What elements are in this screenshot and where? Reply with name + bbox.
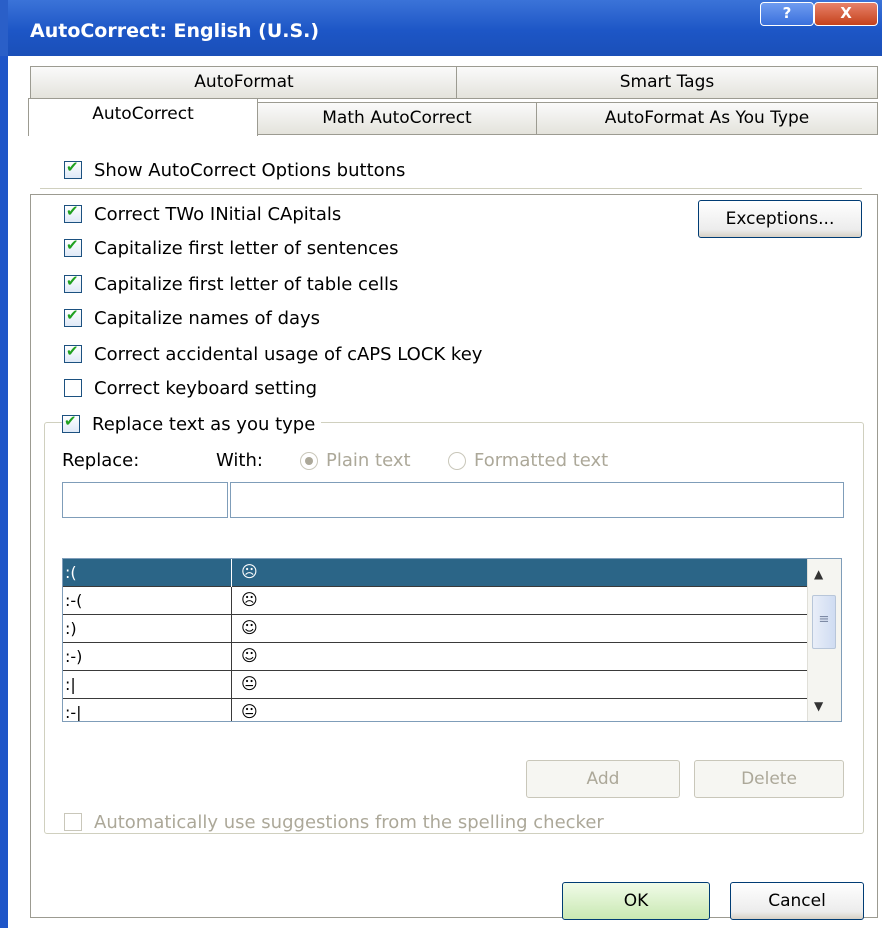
scroll-thumb[interactable]: ≡ xyxy=(812,595,836,649)
entry-from: :( xyxy=(65,563,77,582)
formatted-text-radio[interactable]: Formatted text xyxy=(448,450,608,471)
replace-text-checkbox[interactable]: ✔ xyxy=(62,412,80,433)
plain-text-radio[interactable]: Plain text xyxy=(300,450,411,471)
correct-two-initial-capitals-checkbox[interactable]: ✔ xyxy=(64,202,82,223)
scroll-grip-icon: ≡ xyxy=(818,612,830,627)
correct-two-initial-capitals-option[interactable]: ✔ Correct TWo INitial CApitals xyxy=(64,202,341,226)
spelling-suggestions-checkbox[interactable] xyxy=(64,813,82,831)
cancel-button[interactable]: Cancel xyxy=(730,882,864,920)
scroll-up-arrow-icon[interactable]: ▲ xyxy=(814,567,823,581)
autocorrect-dialog: AutoCorrect: English (U.S.) ? X AutoForm… xyxy=(0,0,882,928)
divider xyxy=(40,188,862,189)
help-button[interactable]: ? xyxy=(760,2,814,26)
spelling-suggestions-option[interactable]: Automatically use suggestions from the s… xyxy=(64,810,604,834)
entry-to: ☺ xyxy=(241,618,258,637)
list-item[interactable]: :| 😐 xyxy=(63,671,807,699)
correct-two-initial-capitals-label: Correct TWo INitial CApitals xyxy=(94,203,342,225)
capitalize-days-label: Capitalize names of days xyxy=(94,307,321,329)
window-title: AutoCorrect: English (U.S.) xyxy=(30,20,320,42)
tab-math-autocorrect[interactable]: Math AutoCorrect xyxy=(256,102,538,135)
checkmark-icon: ✔ xyxy=(66,342,79,360)
with-input[interactable] xyxy=(230,482,844,518)
capitalize-days-option[interactable]: ✔ Capitalize names of days xyxy=(64,306,320,330)
capitalize-sentences-label: Capitalize first letter of sentences xyxy=(94,237,399,259)
delete-button[interactable]: Delete xyxy=(694,760,844,798)
capitalize-table-cells-label: Capitalize first letter of table cells xyxy=(94,273,399,295)
scroll-down-arrow-icon[interactable]: ▼ xyxy=(814,699,823,713)
list-item[interactable]: :( ☹ xyxy=(63,559,807,587)
list-item[interactable]: :-) ☺ xyxy=(63,643,807,671)
list-item[interactable]: :-( ☹ xyxy=(63,587,807,615)
correct-caps-lock-label: Correct accidental usage of cAPS LOCK ke… xyxy=(94,343,483,365)
correct-keyboard-setting-option[interactable]: Correct keyboard setting xyxy=(64,376,317,400)
spelling-suggestions-label: Automatically use suggestions from the s… xyxy=(94,811,604,833)
formatted-text-label: Formatted text xyxy=(474,450,609,471)
add-button[interactable]: Add xyxy=(526,760,680,798)
replace-text-label: Replace text as you type xyxy=(92,413,316,435)
checkmark-icon: ✔ xyxy=(66,202,79,220)
entry-to: ☺ xyxy=(241,646,258,665)
tab-smart-tags[interactable]: Smart Tags xyxy=(456,66,878,99)
checkmark-icon: ✔ xyxy=(66,158,79,176)
checkmark-icon: ✔ xyxy=(66,236,79,254)
checkmark-icon: ✔ xyxy=(66,272,79,290)
autocorrect-entries-list[interactable]: :( ☹ :-( ☹ :) ☺ :-) ☺ :| 😐 :-| 😐 ▲ ≡ ▼ xyxy=(62,558,842,722)
correct-keyboard-setting-checkbox[interactable] xyxy=(64,379,82,397)
entry-from: :| xyxy=(65,675,76,694)
tab-autoformat-as-you-type[interactable]: AutoFormat As You Type xyxy=(536,102,878,135)
capitalize-days-checkbox[interactable]: ✔ xyxy=(64,306,82,327)
entry-to: 😐 xyxy=(241,674,258,693)
correct-caps-lock-option[interactable]: ✔ Correct accidental usage of cAPS LOCK … xyxy=(64,342,482,366)
replace-label: Replace: xyxy=(62,450,140,471)
ok-button[interactable]: OK xyxy=(562,882,710,920)
plain-text-radio-button[interactable] xyxy=(300,452,318,470)
window-border xyxy=(0,56,8,928)
with-label: With: xyxy=(216,450,263,471)
capitalize-sentences-checkbox[interactable]: ✔ xyxy=(64,236,82,257)
entry-from: :-) xyxy=(65,647,83,666)
entry-from: :-( xyxy=(65,591,83,610)
checkmark-icon: ✔ xyxy=(66,306,79,324)
checkmark-icon: ✔ xyxy=(64,412,77,430)
replace-input[interactable] xyxy=(62,482,228,518)
replace-text-option[interactable]: ✔ Replace text as you type xyxy=(62,412,322,436)
capitalize-table-cells-option[interactable]: ✔ Capitalize first letter of table cells xyxy=(64,272,398,296)
exceptions-button[interactable]: Exceptions... xyxy=(698,200,862,238)
title-bar[interactable]: AutoCorrect: English (U.S.) ? X xyxy=(0,0,882,56)
entry-to: ☹ xyxy=(241,562,258,581)
tab-autoformat[interactable]: AutoFormat xyxy=(30,66,458,99)
formatted-text-radio-button[interactable] xyxy=(448,452,466,470)
entry-from: :) xyxy=(65,619,77,638)
show-options-buttons-checkbox[interactable]: ✔ xyxy=(64,158,82,179)
tab-autocorrect[interactable]: AutoCorrect xyxy=(28,98,258,136)
entry-to: 😐 xyxy=(241,702,258,721)
list-scrollbar[interactable]: ▲ ≡ ▼ xyxy=(807,559,841,721)
list-item[interactable]: :-| 😐 xyxy=(63,699,807,722)
capitalize-table-cells-checkbox[interactable]: ✔ xyxy=(64,272,82,293)
plain-text-label: Plain text xyxy=(326,450,411,471)
entry-from: :-| xyxy=(65,703,82,722)
close-button[interactable]: X xyxy=(814,2,878,26)
show-options-buttons-label: Show AutoCorrect Options buttons xyxy=(94,159,406,181)
correct-keyboard-setting-label: Correct keyboard setting xyxy=(94,377,318,399)
capitalize-sentences-option[interactable]: ✔ Capitalize first letter of sentences xyxy=(64,236,398,260)
list-item[interactable]: :) ☺ xyxy=(63,615,807,643)
entry-to: ☹ xyxy=(241,590,258,609)
correct-caps-lock-checkbox[interactable]: ✔ xyxy=(64,342,82,363)
show-options-buttons-option[interactable]: ✔ Show AutoCorrect Options buttons xyxy=(64,158,405,182)
